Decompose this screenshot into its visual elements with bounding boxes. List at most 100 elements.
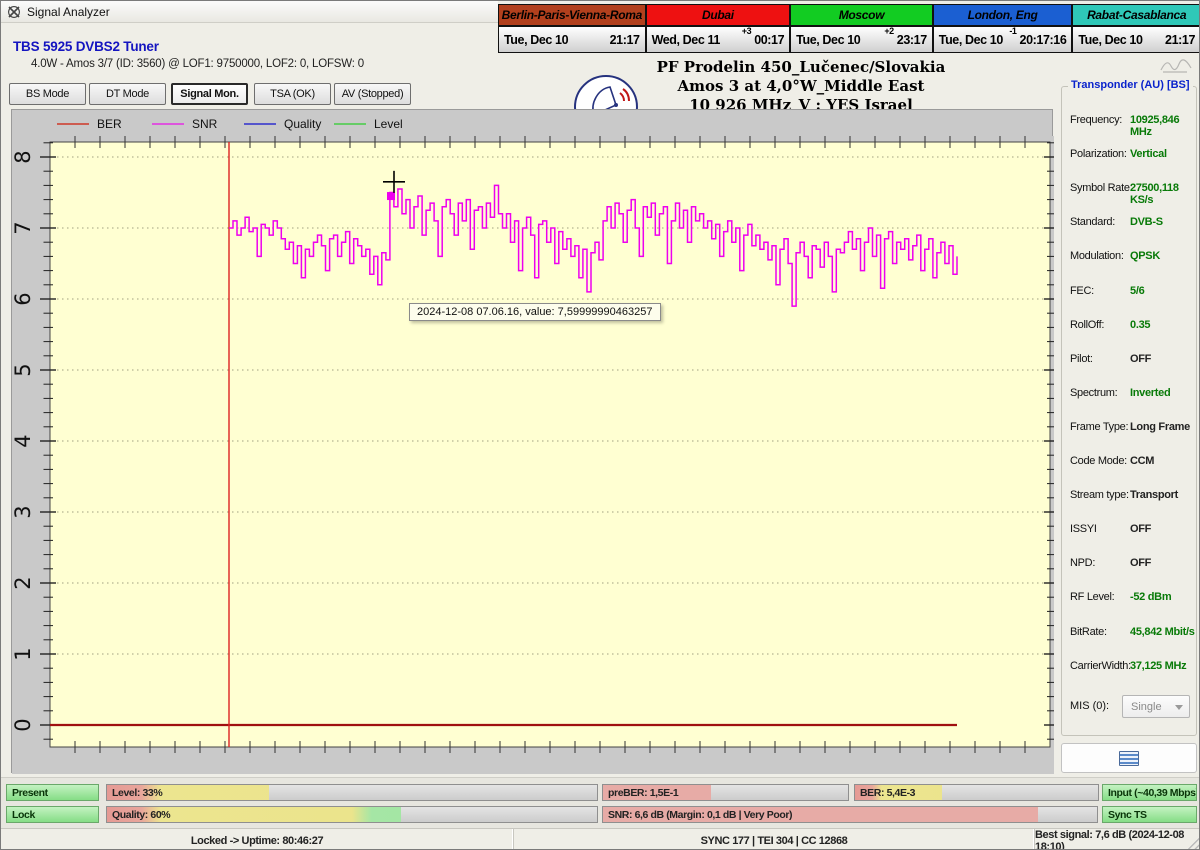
meter-snr: SNR: 6,6 dB (Margin: 0,1 dB | Very Poor): [602, 806, 1098, 823]
badge-lock: Lock: [6, 806, 99, 823]
clock-london-eng: London, Eng Tue, Dec 10 -120:17:16: [934, 5, 1074, 52]
legend-item-quality: Quality: [244, 112, 321, 136]
meter-label: Level: 33%: [112, 785, 162, 800]
field-value: 5/6: [1130, 285, 1144, 297]
field-value: OFF: [1130, 353, 1151, 365]
mode-button-tsa-ok-[interactable]: TSA (OK): [254, 83, 331, 105]
svg-text:1: 1: [12, 647, 35, 660]
transponder-row-modulation: Modulation: QPSK: [1062, 250, 1196, 266]
legend-line-swatch: [152, 123, 184, 125]
legend-line-swatch: [244, 123, 276, 125]
svg-text:7: 7: [12, 221, 35, 234]
meter-ber: BER: 5,4E-3: [854, 784, 1099, 801]
signal-monitor-chart[interactable]: BERSNRQualityLevel 012345678 2024-12-08 …: [11, 109, 1053, 773]
world-clocks-panel: Berlin-Paris-Vienna-RomaTue, Dec 1021:17…: [498, 4, 1200, 53]
field-label: CarrierWidth:: [1070, 660, 1131, 672]
field-label: FEC:: [1070, 285, 1094, 297]
mode-button-av-stopped-[interactable]: AV (Stopped): [334, 83, 411, 105]
clock-time-group: +300:17: [742, 31, 784, 47]
clock-date: Wed, Dec 11: [652, 33, 720, 47]
clock-date: Tue, Dec 10: [1078, 33, 1142, 47]
meter-preber: preBER: 1,5E-1: [602, 784, 849, 801]
legend-item-snr: SNR: [152, 112, 217, 136]
signal-status-bars: PresentLevel: 33%preBER: 1,5E-1BER: 5,4E…: [1, 777, 1200, 828]
field-label: Polarization:: [1070, 148, 1127, 160]
transponder-row-issyi: ISSYIOFF: [1062, 523, 1196, 539]
meter-unfilled: [401, 807, 597, 822]
window-title: Signal Analyzer: [27, 5, 110, 19]
clock-time-row: Wed, Dec 11 +300:17: [647, 27, 790, 52]
field-value: Long Frame: [1130, 421, 1190, 433]
legend-item-level: Level: [334, 112, 403, 136]
field-value: OFF: [1130, 523, 1151, 535]
annotation-line-1: PF Prodelin 450_Lučenec/Slovakia: [601, 58, 1001, 77]
meter-unfilled: [711, 785, 848, 800]
clock-time: 21:17: [1165, 33, 1195, 47]
meter-unfilled: [1038, 807, 1097, 822]
field-value: 27500,118 KS/s: [1130, 182, 1196, 206]
clock-date: Tue, Dec 10: [504, 33, 568, 47]
window-titlebar[interactable]: Signal Analyzer: [1, 1, 498, 23]
field-label: Spectrum:: [1070, 387, 1117, 399]
tuner-name: TBS 5925 DVBS2 Tuner: [13, 39, 159, 54]
clock-utc-offset: +3: [742, 26, 751, 36]
chevron-down-icon: [1175, 705, 1183, 710]
transponder-row-streamtype: Stream type:Transport: [1062, 489, 1196, 505]
clock-time: 20:17:16: [1020, 34, 1067, 48]
signature-watermark-icon: [1159, 56, 1193, 74]
field-label: Modulation:: [1070, 250, 1124, 262]
clock-city-label: London, Eng: [934, 5, 1072, 27]
resize-grip[interactable]: [1186, 837, 1200, 850]
mis-row: MIS (0): Single: [1062, 695, 1196, 719]
legend-item-ber: BER: [57, 112, 122, 136]
clock-date: Tue, Dec 10: [939, 33, 1003, 47]
field-value: Inverted: [1130, 387, 1170, 399]
field-label: Standard:: [1070, 216, 1115, 228]
legend-label: SNR: [192, 117, 217, 131]
field-label: BitRate:: [1070, 626, 1107, 638]
field-value: QPSK: [1130, 250, 1160, 262]
transponder-row-frametype: Frame Type:Long Frame: [1062, 421, 1196, 437]
field-value: Vertical: [1130, 148, 1167, 160]
svg-text:4: 4: [12, 434, 35, 447]
clock-city-label: Moscow: [791, 5, 932, 27]
clock-dubai: DubaiWed, Dec 11+300:17: [647, 5, 792, 52]
svg-text:8: 8: [12, 150, 35, 163]
status-bar: Locked -> Uptime: 80:46:27 SYNC 177 | TE…: [1, 828, 1200, 850]
clock-time: 23:17: [897, 34, 927, 48]
clock-time-group: -120:17:16: [1009, 31, 1066, 47]
snr-plot-area[interactable]: 012345678: [12, 136, 1054, 774]
meter-quality: Quality: 60%: [106, 806, 598, 823]
field-label: Code Mode:: [1070, 455, 1127, 467]
clock-time: 00:17: [754, 34, 784, 48]
mis-label: MIS (0):: [1070, 700, 1109, 712]
badge-input-mbps-: Input (~40,39 Mbps): [1102, 784, 1197, 801]
clock-time-row: Tue, Dec 1021:17: [499, 27, 645, 52]
transponder-row-frequency: Frequency:10925,846 MHz: [1062, 114, 1196, 130]
field-value: 37,125 MHz: [1130, 660, 1186, 672]
mode-button-bs-mode[interactable]: BS Mode: [9, 83, 86, 105]
field-value: 10925,846 MHz: [1130, 114, 1196, 138]
transponder-row-rolloff: RollOff:0.35: [1062, 319, 1196, 335]
clock-berlin-paris-vienna-roma: Berlin-Paris-Vienna-RomaTue, Dec 1021:17: [499, 5, 647, 52]
clock-date: Tue, Dec 10: [796, 33, 860, 47]
meter-label: Quality: 60%: [112, 807, 170, 822]
app-icon: [7, 5, 21, 19]
badge-sync-ts: Sync TS: [1102, 806, 1197, 823]
field-label: Stream type:: [1070, 489, 1129, 501]
field-value: CCM: [1130, 455, 1154, 467]
tuner-lnb-info: 4.0W - Amos 3/7 (ID: 3560) @ LOF1: 97500…: [31, 58, 364, 70]
clock-utc-offset: +2: [884, 26, 893, 36]
mis-selected-value: Single: [1131, 701, 1162, 713]
clock-time-row: Tue, Dec 10 +2 23:17: [791, 27, 932, 52]
field-value: Transport: [1130, 489, 1178, 501]
transponder-row-npd: NPD:OFF: [1062, 557, 1196, 573]
chart-tooltip: 2024-12-08 07.06.16, value: 7,5999999046…: [409, 303, 661, 321]
mode-button-signal-mon-[interactable]: Signal Mon.: [171, 83, 248, 105]
meter-label: preBER: 1,5E-1: [608, 785, 678, 800]
legend-line-swatch: [57, 123, 89, 125]
mis-select[interactable]: Single: [1122, 695, 1190, 718]
legend-label: Level: [374, 117, 403, 131]
record-save-button[interactable]: [1061, 743, 1197, 773]
mode-button-dt-mode[interactable]: DT Mode: [89, 83, 166, 105]
